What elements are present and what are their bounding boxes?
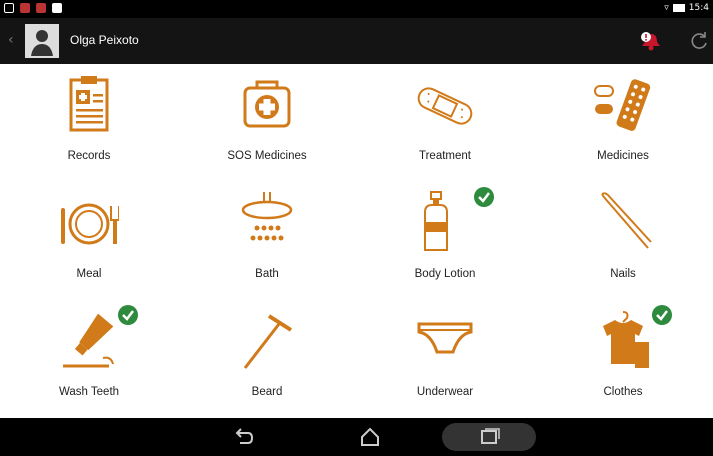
tile-label: Medicines	[597, 150, 649, 162]
recents-icon	[481, 428, 500, 444]
nav-back-button[interactable]	[228, 423, 258, 451]
tile-wash-teeth[interactable]: Wash Teeth	[0, 300, 178, 415]
razor-icon	[243, 314, 293, 369]
home-icon	[361, 427, 379, 446]
tile-medicines[interactable]: Medicines	[534, 64, 712, 179]
shower-icon	[241, 192, 293, 241]
notification-icon	[4, 3, 14, 13]
tile-label: Clothes	[603, 386, 643, 398]
notification-icon	[36, 3, 46, 13]
tile-nails[interactable]: Nails	[534, 182, 712, 297]
tile-label: Records	[67, 150, 111, 162]
tile-bath[interactable]: Bath	[178, 182, 356, 297]
medical-kit-icon	[243, 80, 291, 128]
clothes-icon	[603, 311, 649, 368]
notification-icon	[52, 3, 62, 13]
tile-beard[interactable]: Beard	[178, 300, 356, 415]
tile-label: Beard	[251, 386, 283, 398]
check-icon	[474, 187, 494, 207]
alert-button[interactable]	[639, 30, 663, 52]
tile-body-lotion[interactable]: Body Lotion	[356, 182, 534, 297]
nav-recents-button[interactable]	[442, 423, 536, 451]
bandage-icon	[417, 87, 473, 125]
pills-icon	[594, 79, 651, 131]
back-chevron-icon[interactable]: ‹	[8, 32, 14, 48]
tile-label: SOS Medicines	[227, 150, 307, 162]
tile-label: Meal	[76, 268, 102, 280]
refresh-icon	[691, 32, 707, 49]
system-nav-bar	[0, 418, 713, 456]
nav-home-button[interactable]	[355, 423, 385, 451]
tile-label: Wash Teeth	[58, 386, 120, 398]
wifi-icon: ▿	[664, 3, 669, 13]
app-screen: ▿ 15:4 ‹ Olga Peixoto Records SOS Medici…	[0, 0, 713, 456]
clipboard-icon	[69, 76, 109, 132]
tile-treatment[interactable]: Treatment	[356, 64, 534, 179]
tile-label: Treatment	[419, 150, 471, 162]
tile-meal[interactable]: Meal	[0, 182, 178, 297]
tile-label: Bath	[255, 268, 279, 280]
back-icon	[235, 428, 254, 444]
tile-label: Nails	[610, 268, 636, 280]
activity-grid: Records SOS Medicines Treatment Medicine…	[0, 64, 713, 416]
tile-label: Underwear	[416, 386, 474, 398]
lotion-bottle-icon	[424, 191, 448, 251]
tile-records[interactable]: Records	[0, 64, 178, 179]
tile-label: Body Lotion	[414, 268, 476, 280]
check-icon	[118, 305, 138, 325]
tile-clothes[interactable]: Clothes	[534, 300, 712, 415]
nail-clipper-icon	[601, 192, 652, 249]
plate-cutlery-icon	[61, 203, 119, 245]
refresh-button[interactable]	[688, 30, 710, 52]
clock: 15:4	[688, 3, 709, 13]
check-icon	[652, 305, 672, 325]
tile-underwear[interactable]: Underwear	[356, 300, 534, 415]
notification-icon	[20, 3, 30, 13]
status-bar: ▿ 15:4	[0, 0, 713, 18]
underwear-icon	[417, 322, 473, 354]
avatar[interactable]	[25, 24, 59, 58]
battery-icon	[672, 4, 685, 12]
tile-sos-medicines[interactable]: SOS Medicines	[178, 64, 356, 179]
alarm-bell-icon	[641, 32, 660, 51]
user-name[interactable]: Olga Peixoto	[70, 33, 139, 47]
action-bar: ‹ Olga Peixoto	[0, 18, 713, 64]
toothpaste-icon	[63, 313, 114, 368]
